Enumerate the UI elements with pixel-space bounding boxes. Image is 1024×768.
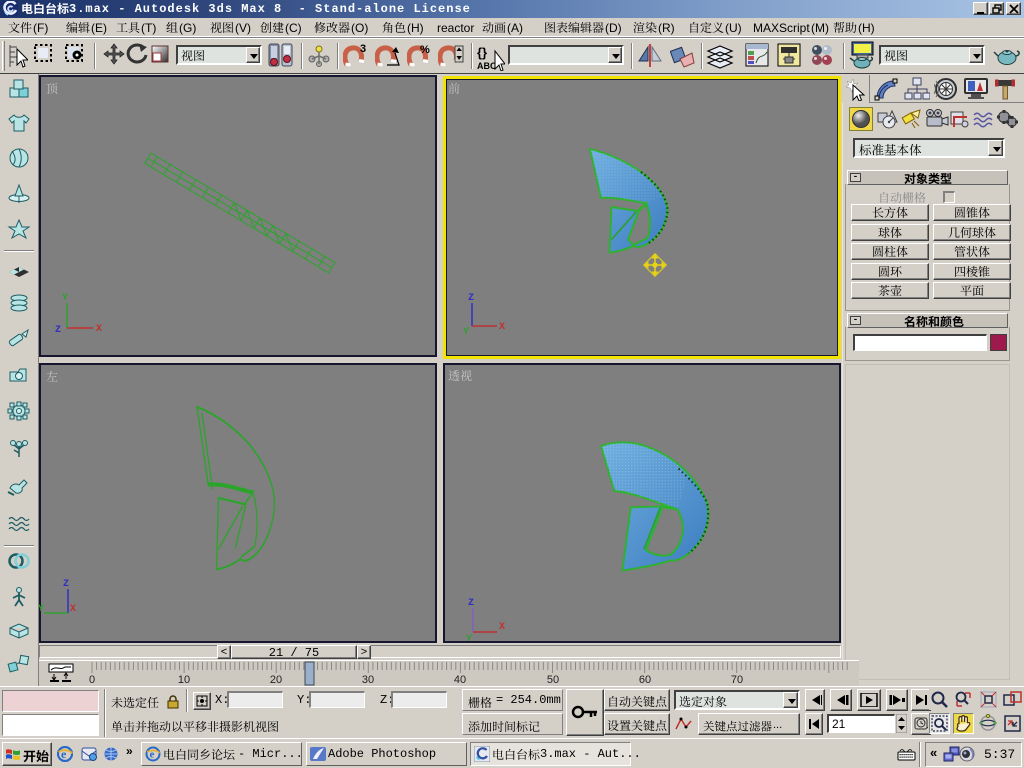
svg-text:Y: Y — [463, 327, 469, 338]
svg-text:Y: Y — [62, 293, 68, 304]
svg-text:50: 50 — [547, 674, 559, 686]
svg-text:Y: Y — [38, 604, 44, 615]
svg-text:30: 30 — [362, 674, 374, 686]
svg-text:Z: Z — [63, 579, 69, 590]
svg-text:0: 0 — [89, 674, 95, 686]
svg-text:10: 10 — [178, 674, 190, 686]
svg-text:X: X — [499, 322, 505, 333]
svg-text:60: 60 — [639, 674, 651, 686]
svg-text:X: X — [499, 622, 505, 633]
svg-text:e: e — [61, 747, 67, 761]
svg-text:20: 20 — [270, 674, 282, 686]
svg-text:X: X — [70, 604, 76, 615]
svg-text:Z: Z — [468, 293, 474, 304]
svg-text:40: 40 — [454, 674, 466, 686]
svg-text:X: X — [96, 324, 102, 335]
svg-text:Z: Z — [468, 598, 474, 609]
svg-text:e: e — [150, 749, 155, 761]
svg-text:Z: Z — [55, 325, 61, 336]
svg-text:70: 70 — [731, 674, 743, 686]
